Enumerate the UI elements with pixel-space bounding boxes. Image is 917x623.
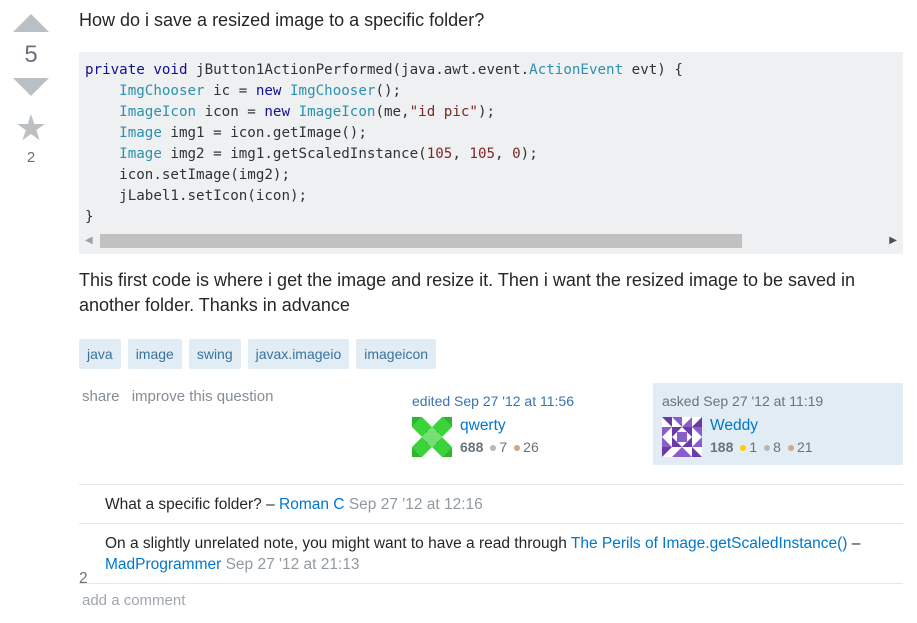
bronze-badge-icon (514, 445, 521, 451)
code-line: Image img1 = icon.getImage(); (119, 125, 367, 141)
editor-details: qwerty 688 7 26 (460, 417, 539, 457)
silver-badge-icon (764, 445, 771, 451)
tag-swing[interactable]: swing (188, 339, 241, 369)
code-type: ImageIcon (119, 104, 197, 120)
editor-avatar[interactable] (412, 417, 452, 457)
asker-reputation: 188 1 8 21 (710, 439, 813, 455)
asker-rep-score: 188 (710, 439, 734, 455)
tag-javax-imageio[interactable]: javax.imageio (247, 339, 350, 369)
favorite-star-icon[interactable]: ★ (10, 110, 52, 146)
comment-date[interactable]: Sep 27 '12 at 12:16 (349, 496, 483, 513)
question-body: This first code is where i get the image… (79, 270, 856, 315)
asker-gold-count: 1 (749, 439, 758, 455)
share-link[interactable]: share (82, 388, 120, 405)
code-keyword: private void (85, 62, 188, 78)
scroll-right-arrow-icon[interactable]: ▶ (889, 234, 897, 248)
silver-badge-icon (490, 445, 497, 451)
comment-list: What a specific folder? – Roman C Sep 27… (79, 484, 903, 587)
question-title: How do i save a resized image to a speci… (79, 10, 485, 30)
comment-user-link[interactable]: Roman C (279, 496, 344, 513)
scroll-left-arrow-icon[interactable]: ◀ (85, 234, 93, 248)
asker-inner: asked Sep 27 '12 at 11:19 Weddy 188 1 8 … (653, 383, 903, 457)
comment-item: 2 On a slightly unrelated note, you migh… (79, 524, 903, 587)
gold-badge-icon (740, 445, 747, 451)
tag-imageicon[interactable]: imageicon (356, 339, 437, 369)
comment-text: On a slightly unrelated note, you might … (105, 535, 571, 552)
code-number: 0 (512, 146, 521, 162)
comment-body: What a specific folder? – Roman C Sep 27… (105, 494, 903, 515)
tag-java[interactable]: java (79, 339, 121, 369)
code-line: icon.setImage(img2); (85, 167, 290, 183)
scrollbar-thumb[interactable] (100, 234, 742, 248)
editor-user-row: qwerty 688 7 26 (412, 417, 632, 457)
asked-timestamp: asked Sep 27 '12 at 11:19 (662, 393, 824, 409)
downvote-arrow-icon[interactable] (13, 78, 49, 96)
code-block: private void jButton1ActionPerformed(jav… (79, 52, 903, 254)
code-number: 105 (426, 146, 453, 162)
comment-separator: – (847, 535, 861, 552)
vote-count: 5 (24, 41, 38, 68)
code-line: ImageIcon icon = new ImageIcon(me,"id pi… (119, 104, 496, 120)
tag-list: java image swing javax.imageio imageicon (79, 339, 437, 369)
add-comment-link[interactable]: add a comment (82, 592, 185, 609)
asker-silver-count: 8 (773, 439, 781, 455)
editor-bronze-count: 26 (523, 439, 539, 455)
asker-username[interactable]: Weddy (710, 417, 813, 435)
code-type: ImageIcon (298, 104, 376, 120)
code-type: ActionEvent (529, 62, 624, 78)
upvote-arrow-icon[interactable] (13, 14, 49, 32)
comment-user-link[interactable]: MadProgrammer (105, 556, 221, 573)
editor-rep-score: 688 (460, 439, 484, 455)
code-text: private void jButton1ActionPerformed(jav… (79, 52, 903, 228)
code-line: private void jButton1ActionPerformed(jav… (85, 62, 683, 78)
code-line: jLabel1.setIcon(icon); (85, 188, 308, 204)
vote-cell: 5 ★ 2 (10, 14, 52, 166)
asker-signature: asked Sep 27 '12 at 11:19 Weddy 188 1 8 … (653, 383, 903, 465)
asker-avatar[interactable] (662, 417, 702, 457)
code-keyword: new (255, 83, 282, 99)
improve-question-link[interactable]: improve this question (132, 388, 274, 405)
code-number: 105 (469, 146, 496, 162)
bronze-badge-icon (787, 445, 794, 451)
code-type: ImgChooser (290, 83, 376, 99)
asker-bronze-count: 21 (796, 439, 813, 455)
edited-timestamp-link[interactable]: edited Sep 27 '12 at 11:56 (412, 393, 632, 409)
comment-item: What a specific folder? – Roman C Sep 27… (79, 485, 903, 524)
editor-reputation: 688 7 26 (460, 439, 539, 455)
code-line: ImgChooser ic = new ImgChooser(); (119, 83, 402, 99)
editor-silver-count: 7 (499, 439, 508, 455)
code-string: "id pic" (409, 104, 478, 120)
comment-body: On a slightly unrelated note, you might … (105, 533, 903, 575)
comment-score: 2 (79, 570, 88, 587)
comment-text: What a specific folder? – (105, 496, 280, 513)
code-keyword: new (264, 104, 291, 120)
editor-username[interactable]: qwerty (460, 417, 539, 435)
comment-inline-link[interactable]: The Perils of Image.getScaledInstance() (571, 535, 848, 552)
code-line: } (85, 209, 94, 225)
code-line: Image img2 = img1.getScaledInstance(105,… (119, 146, 538, 162)
editor-signature: edited Sep 27 '12 at 11:56 qwerty 688 7 26 (412, 393, 632, 457)
code-type: Image (119, 146, 162, 162)
tag-image[interactable]: image (127, 339, 182, 369)
code-type: ImgChooser (119, 83, 205, 99)
code-horizontal-scrollbar[interactable]: ◀ ▶ (79, 234, 903, 248)
code-type: Image (119, 125, 162, 141)
comment-date[interactable]: Sep 27 '12 at 21:13 (226, 556, 360, 573)
favorite-count: 2 (26, 149, 36, 166)
asker-details: Weddy 188 1 8 21 (710, 417, 813, 457)
post-menu: share improve this question (82, 388, 281, 405)
asker-user-row: Weddy 188 1 8 21 (662, 417, 903, 457)
